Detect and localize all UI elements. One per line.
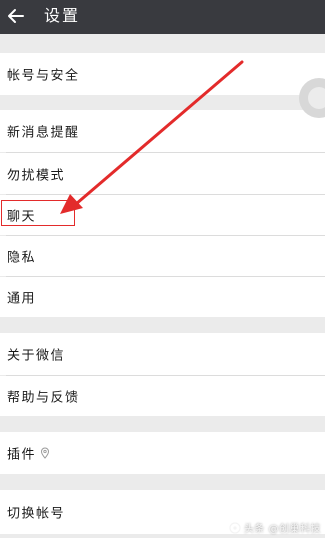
watermark-text: 头条 @创巢科技 [243, 524, 321, 535]
annotation-arrow [60, 60, 244, 214]
watermark: 头条 @创巢科技 [229, 520, 321, 535]
toutiao-logo-icon [229, 521, 241, 534]
